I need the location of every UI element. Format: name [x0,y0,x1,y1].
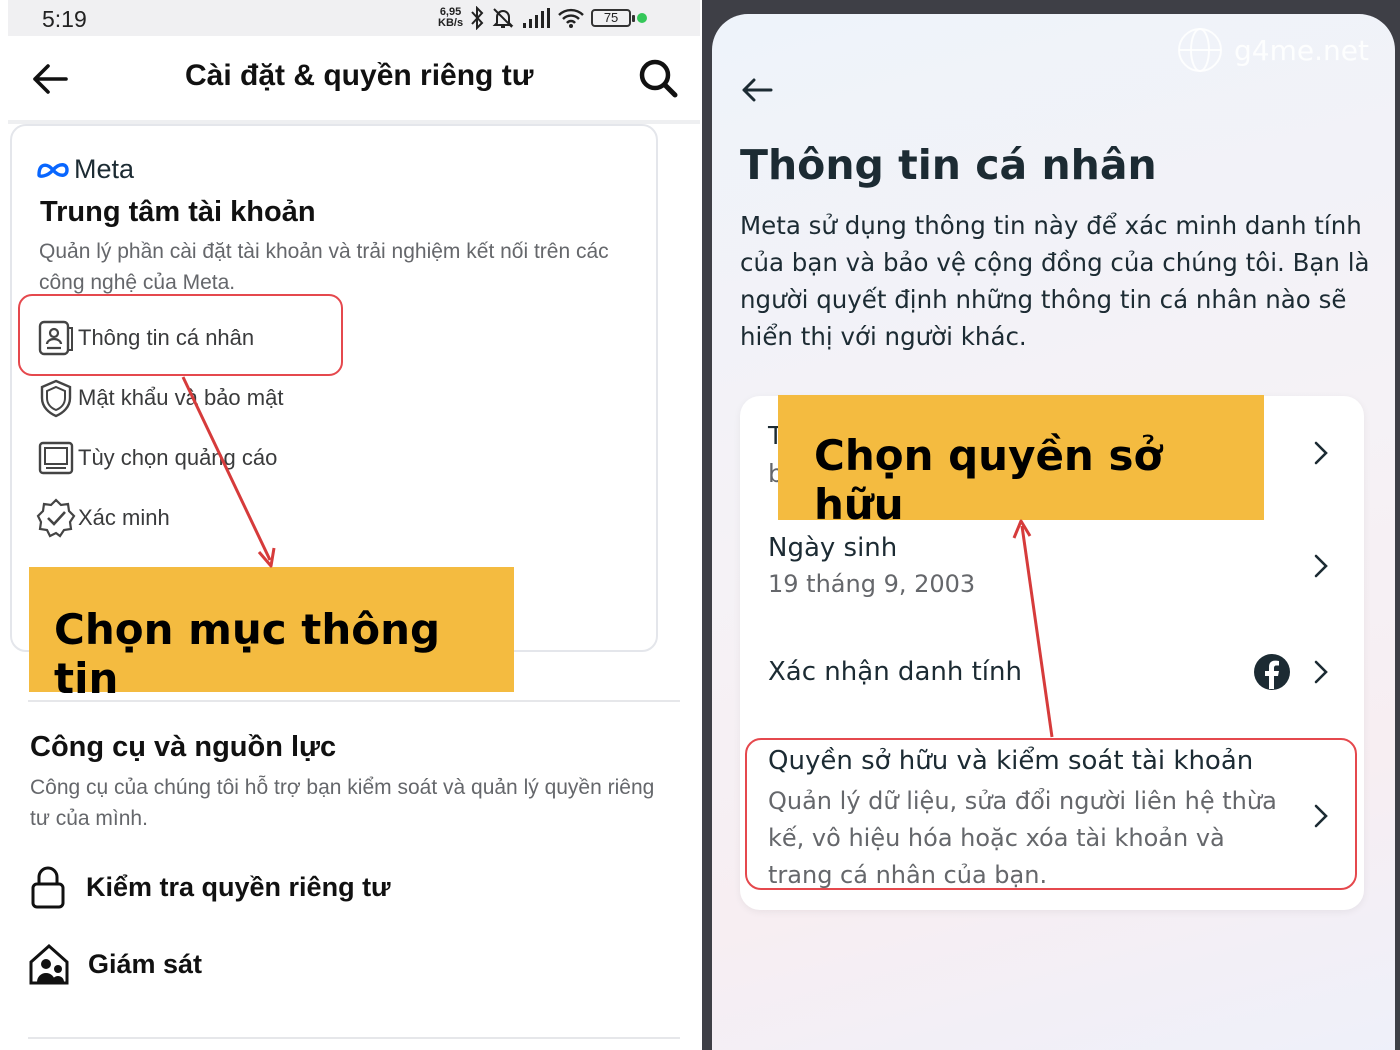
status-icons: 6,95 KB/s 75 [438,5,648,31]
birthday-row-value: 19 tháng 9, 2003 [768,570,976,598]
meta-logo: Meta [36,154,134,185]
shield-icon [40,379,72,418]
tool-item-privacy-checkup[interactable]: Kiểm tra quyền riêng tư [28,864,391,910]
left-screen: 5:19 6,95 KB/s 75 Cài đặt & quyền riêng … [0,0,702,1050]
menu-item-label: Mật khẩu và bảo mật [78,385,284,410]
bluetooth-icon [471,6,484,30]
page-title: Cài đặt & quyền riêng tư [185,59,534,92]
section-divider [28,700,680,702]
accounts-center-description: Quản lý phần cài đặt tài khoản và trải n… [39,240,609,294]
search-icon[interactable] [637,57,679,99]
back-arrow-icon[interactable] [30,62,70,96]
wifi-icon [558,8,584,28]
meta-brand-text: Meta [74,154,135,184]
menu-item-label: Xác minh [78,505,170,530]
highlight-personal-info [18,294,343,376]
privacy-dot [637,13,648,23]
tool-item-label: Kiểm tra quyền riêng tư [86,871,391,902]
facebook-icon [1254,654,1290,690]
watermark: g4me.net [1176,26,1369,74]
menu-item-verification[interactable]: Xác minh [36,496,170,540]
chevron-right-icon [1314,441,1328,465]
highlight-account-ownership [745,738,1357,890]
tools-description: Công cụ của chúng tôi hỗ trợ bạn kiểm so… [30,776,655,830]
personal-info-description: Meta sử dụng thông tin này để xác minh d… [740,211,1370,351]
verified-badge-icon [36,498,76,538]
menu-item-label: Tùy chọn quảng cáo [78,445,278,470]
bottom-divider [28,1037,680,1039]
net-speed: 6,95 KB/s [438,6,464,29]
personal-info-title: Thông tin cá nhân [740,141,1157,189]
identity-confirmation-row[interactable]: Xác nhận danh tính [768,657,1022,687]
menu-item-password-security[interactable]: Mật khẩu và bảo mật [36,376,283,420]
back-arrow-icon-right[interactable] [740,76,774,104]
status-bar: 5:19 6,95 KB/s 75 [8,0,700,36]
annotation-callout-left: Chọn mục thông tin [29,567,514,703]
meta-infinity-icon [37,162,69,178]
annotation-callout-right: Chọn quyền sở hữu [778,395,1264,529]
chevron-right-icon [1314,660,1328,684]
signal-icon [523,8,551,28]
accounts-center-title: Trung tâm tài khoản [40,196,316,228]
bell-off-icon [492,8,514,28]
chevron-right-icon [1314,554,1328,578]
menu-item-ad-preferences[interactable]: Tùy chọn quảng cáo [36,436,277,480]
lock-icon [31,866,65,909]
tool-item-label: Giám sát [88,948,203,979]
tools-title: Công cụ và nguồn lực [30,731,337,763]
monitor-icon [38,441,74,475]
tool-item-supervision[interactable]: Giám sát [28,942,202,986]
globe-icon [1178,28,1222,72]
battery-indicator: 75 [591,9,636,27]
status-time: 5:19 [42,6,87,32]
family-home-icon [29,943,69,985]
birthday-row-label[interactable]: Ngày sinh [768,533,897,563]
watermark-text: g4me.net [1234,33,1369,67]
